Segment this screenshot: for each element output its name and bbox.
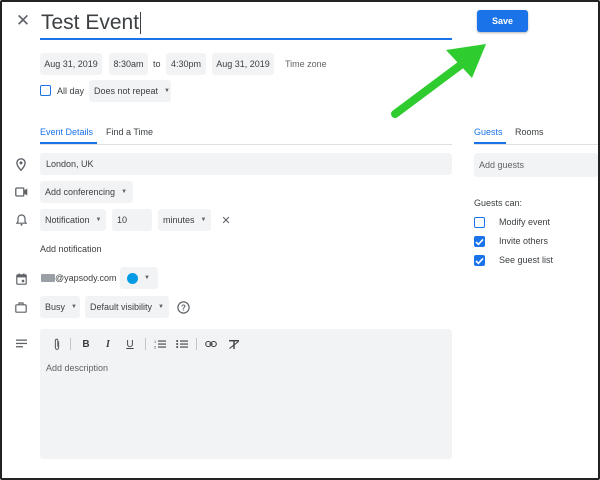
- tab-find-a-time[interactable]: Find a Time: [106, 124, 153, 140]
- add-guests-placeholder: Add guests: [479, 160, 525, 170]
- end-date-button[interactable]: Aug 31, 2019: [212, 53, 274, 75]
- description-placeholder: Add description: [46, 363, 109, 373]
- add-notification-link[interactable]: Add notification: [40, 240, 102, 258]
- time-zone-link[interactable]: Time zone: [285, 53, 327, 75]
- visibility-value: Default visibility: [90, 302, 153, 312]
- remove-notification-icon[interactable]: ✕: [219, 213, 233, 227]
- tab-rooms[interactable]: Rooms: [515, 124, 544, 140]
- svg-text:1: 1: [154, 340, 156, 344]
- redacted-username: [41, 274, 55, 282]
- attachment-icon[interactable]: [50, 337, 64, 351]
- chevron-down-icon: ▼: [71, 304, 77, 310]
- tab-divider: [40, 144, 452, 145]
- italic-icon[interactable]: I: [101, 337, 115, 351]
- location-value: London, UK: [46, 159, 94, 169]
- chevron-down-icon: ▼: [164, 88, 170, 94]
- add-conferencing-dropdown[interactable]: Add conferencing ▼: [40, 181, 133, 203]
- see-guest-list-checkbox[interactable]: [474, 255, 485, 266]
- guests-can-label: Guests can:: [474, 198, 523, 208]
- start-time-button[interactable]: 8:30am: [109, 53, 148, 75]
- svg-text:2: 2: [154, 346, 156, 349]
- bell-icon: [14, 213, 28, 227]
- location-input[interactable]: London, UK: [40, 153, 452, 175]
- help-icon[interactable]: ?: [176, 300, 190, 314]
- save-button[interactable]: Save: [477, 10, 528, 32]
- modify-event-checkbox[interactable]: [474, 217, 485, 228]
- invite-others-label: Invite others: [499, 236, 549, 246]
- add-guests-input[interactable]: Add guests: [474, 153, 598, 177]
- all-day-label: All day: [57, 86, 85, 96]
- bold-icon[interactable]: B: [79, 337, 93, 351]
- chevron-down-icon: ▼: [144, 275, 150, 281]
- repeat-value: Does not repeat: [94, 86, 159, 96]
- video-camera-icon: [14, 185, 28, 199]
- clear-formatting-icon[interactable]: [227, 337, 241, 351]
- location-pin-icon: [14, 157, 28, 171]
- toolbar-separator: [70, 338, 71, 350]
- end-date-text: Aug 31, 2019: [216, 59, 270, 69]
- repeat-dropdown[interactable]: Does not repeat ▼: [89, 80, 171, 102]
- chevron-down-icon: ▼: [121, 189, 128, 195]
- close-icon[interactable]: ✕: [14, 11, 32, 30]
- calendar-owner-email: @yapsody.com: [55, 273, 117, 283]
- all-day-checkbox[interactable]: [40, 85, 51, 96]
- visibility-dropdown[interactable]: Default visibility ▼: [85, 296, 169, 318]
- tab-event-details[interactable]: Event Details: [40, 124, 93, 140]
- start-time-text: 8:30am: [113, 59, 144, 69]
- checkmark-icon: [475, 257, 484, 265]
- start-date-text: Aug 31, 2019: [44, 59, 98, 69]
- modify-event-label: Modify event: [499, 217, 551, 227]
- calendar-color-swatch: [127, 272, 138, 284]
- text-caret: [140, 12, 142, 34]
- link-icon[interactable]: [204, 337, 218, 351]
- availability-value: Busy: [45, 302, 66, 312]
- start-date-button[interactable]: Aug 31, 2019: [40, 53, 102, 75]
- notification-value-text: 10: [117, 215, 128, 225]
- toolbar-separator: [196, 338, 197, 350]
- notification-unit-dropdown[interactable]: minutes ▼: [158, 209, 211, 231]
- guests-tab-divider: [474, 144, 598, 145]
- notification-unit-value: minutes: [163, 215, 195, 225]
- svg-text:?: ?: [181, 303, 186, 312]
- description-icon: [14, 336, 28, 350]
- calendar-color-dropdown[interactable]: ▼: [120, 267, 158, 289]
- chevron-down-icon: ▼: [200, 217, 207, 223]
- bulleted-list-icon[interactable]: [175, 337, 189, 351]
- event-title-text: Test Event: [41, 11, 140, 34]
- availability-dropdown[interactable]: Busy ▼: [40, 296, 80, 318]
- see-guest-list-label: See guest list: [499, 255, 554, 265]
- conferencing-label: Add conferencing: [45, 187, 116, 197]
- underline-icon[interactable]: U: [123, 337, 137, 351]
- numbered-list-icon[interactable]: 12: [153, 337, 167, 351]
- chevron-down-icon: ▼: [95, 217, 102, 223]
- invite-others-checkbox[interactable]: [474, 236, 485, 247]
- annotation-arrow: [391, 44, 486, 118]
- end-time-text: 4:30pm: [170, 59, 202, 69]
- notification-type-dropdown[interactable]: Notification ▼: [40, 209, 106, 231]
- tab-guests[interactable]: Guests: [474, 124, 503, 140]
- chevron-down-icon: ▼: [158, 304, 164, 310]
- checkmark-icon: [475, 238, 484, 246]
- notification-value-input[interactable]: 10: [112, 209, 152, 231]
- calendar-icon: [14, 272, 28, 286]
- end-time-button[interactable]: 4:30pm: [166, 53, 206, 75]
- to-label: to: [153, 59, 161, 69]
- notification-type-value: Notification: [45, 215, 90, 225]
- briefcase-icon: [14, 300, 28, 314]
- toolbar-separator: [145, 338, 146, 350]
